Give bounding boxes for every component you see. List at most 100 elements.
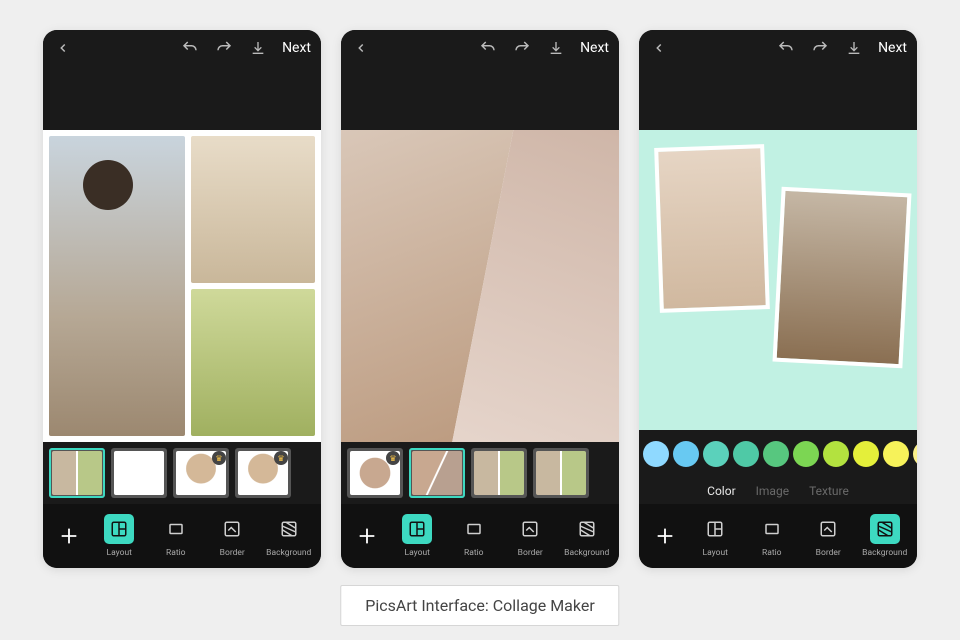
caption: PicsArt Interface: Collage Maker [340,585,619,626]
layout-thumbnails: ♛ ♛ [43,442,321,504]
layout-thumbnails: ♛ [341,442,619,504]
phone-screen-2: Next ♛ Layout Ratio [341,30,619,568]
redo-icon[interactable] [214,38,234,58]
background-subtabs: Color Image Texture [639,478,917,504]
collage-cell-top-right[interactable] [191,136,315,283]
back-icon[interactable] [351,38,371,58]
redo-icon[interactable] [512,38,532,58]
border-icon [217,514,247,544]
tool-background[interactable]: Background [561,514,614,558]
tool-label: Border [816,548,841,558]
tool-ratio[interactable]: Ratio [746,514,799,558]
tool-background[interactable]: Background [859,514,912,558]
add-button[interactable] [347,516,387,556]
top-bar: Next [341,30,619,66]
color-swatch[interactable] [643,441,669,467]
layout-thumb[interactable] [471,448,527,498]
layout-thumb[interactable] [409,448,465,498]
color-swatch[interactable] [913,441,917,467]
color-swatch[interactable] [823,441,849,467]
background-icon [572,514,602,544]
bg-tab-color[interactable]: Color [707,484,735,498]
ratio-icon [459,514,489,544]
download-icon[interactable] [248,38,268,58]
tool-border[interactable]: Border [504,514,557,558]
tool-ratio[interactable]: Ratio [448,514,501,558]
background-icon [274,514,304,544]
ratio-icon [161,514,191,544]
color-swatch[interactable] [883,441,909,467]
bottom-toolbar: Layout Ratio Border Background [639,504,917,568]
layout-thumb[interactable] [111,448,167,498]
tool-label: Background [862,548,907,558]
tool-layout[interactable]: Layout [391,514,444,558]
tool-label: Background [266,548,311,558]
bg-tab-image[interactable]: Image [756,484,789,498]
collage-cell-left[interactable] [49,136,185,436]
premium-crown-icon: ♛ [212,451,226,465]
tool-label: Border [220,548,245,558]
back-icon[interactable] [53,38,73,58]
tool-background[interactable]: Background [263,514,316,558]
collage-canvas[interactable] [341,130,619,442]
add-button[interactable] [645,516,685,556]
border-icon [515,514,545,544]
top-bar: Next [43,30,321,66]
color-swatch[interactable] [853,441,879,467]
tool-label: Layout [703,548,728,558]
phone-screen-3: Next Color Image Texture Layout Ratio [639,30,917,568]
undo-icon[interactable] [776,38,796,58]
tool-label: Layout [107,548,132,558]
undo-icon[interactable] [180,38,200,58]
layout-thumb[interactable]: ♛ [173,448,229,498]
color-swatch[interactable] [733,441,759,467]
tool-layout[interactable]: Layout [93,514,146,558]
tool-ratio[interactable]: Ratio [150,514,203,558]
premium-crown-icon: ♛ [274,451,288,465]
bg-tab-texture[interactable]: Texture [809,484,849,498]
tool-border[interactable]: Border [206,514,259,558]
layout-icon [104,514,134,544]
header-spacer [341,66,619,130]
tool-layout[interactable]: Layout [689,514,742,558]
layout-thumb[interactable]: ♛ [347,448,403,498]
download-icon[interactable] [546,38,566,58]
back-icon[interactable] [649,38,669,58]
tool-border[interactable]: Border [802,514,855,558]
tool-label: Layout [405,548,430,558]
background-icon [870,514,900,544]
phones-row: Next ♛ ♛ Layout [0,0,960,568]
phone-screen-1: Next ♛ ♛ Layout [43,30,321,568]
tool-label: Background [564,548,609,558]
redo-icon[interactable] [810,38,830,58]
layout-icon [402,514,432,544]
color-swatches [639,430,917,478]
tool-label: Border [518,548,543,558]
layout-thumb[interactable]: ♛ [235,448,291,498]
color-swatch[interactable] [763,441,789,467]
color-swatch[interactable] [673,441,699,467]
color-swatch[interactable] [703,441,729,467]
collage-canvas[interactable] [43,130,321,442]
freeform-photo-2[interactable] [773,187,912,369]
bottom-toolbar: Layout Ratio Border Background [43,504,321,568]
collage-cell-bottom-right[interactable] [191,289,315,436]
layout-icon [700,514,730,544]
next-button[interactable]: Next [282,40,311,56]
header-spacer [43,66,321,130]
color-swatch[interactable] [793,441,819,467]
undo-icon[interactable] [478,38,498,58]
collage-canvas[interactable] [639,130,917,430]
freeform-photo-1[interactable] [654,144,770,313]
layout-thumb[interactable] [533,448,589,498]
next-button[interactable]: Next [878,40,907,56]
bottom-toolbar: Layout Ratio Border Background [341,504,619,568]
border-icon [813,514,843,544]
next-button[interactable]: Next [580,40,609,56]
header-spacer [639,66,917,130]
tool-label: Ratio [464,548,484,558]
premium-crown-icon: ♛ [386,451,400,465]
layout-thumb[interactable] [49,448,105,498]
download-icon[interactable] [844,38,864,58]
add-button[interactable] [49,516,89,556]
